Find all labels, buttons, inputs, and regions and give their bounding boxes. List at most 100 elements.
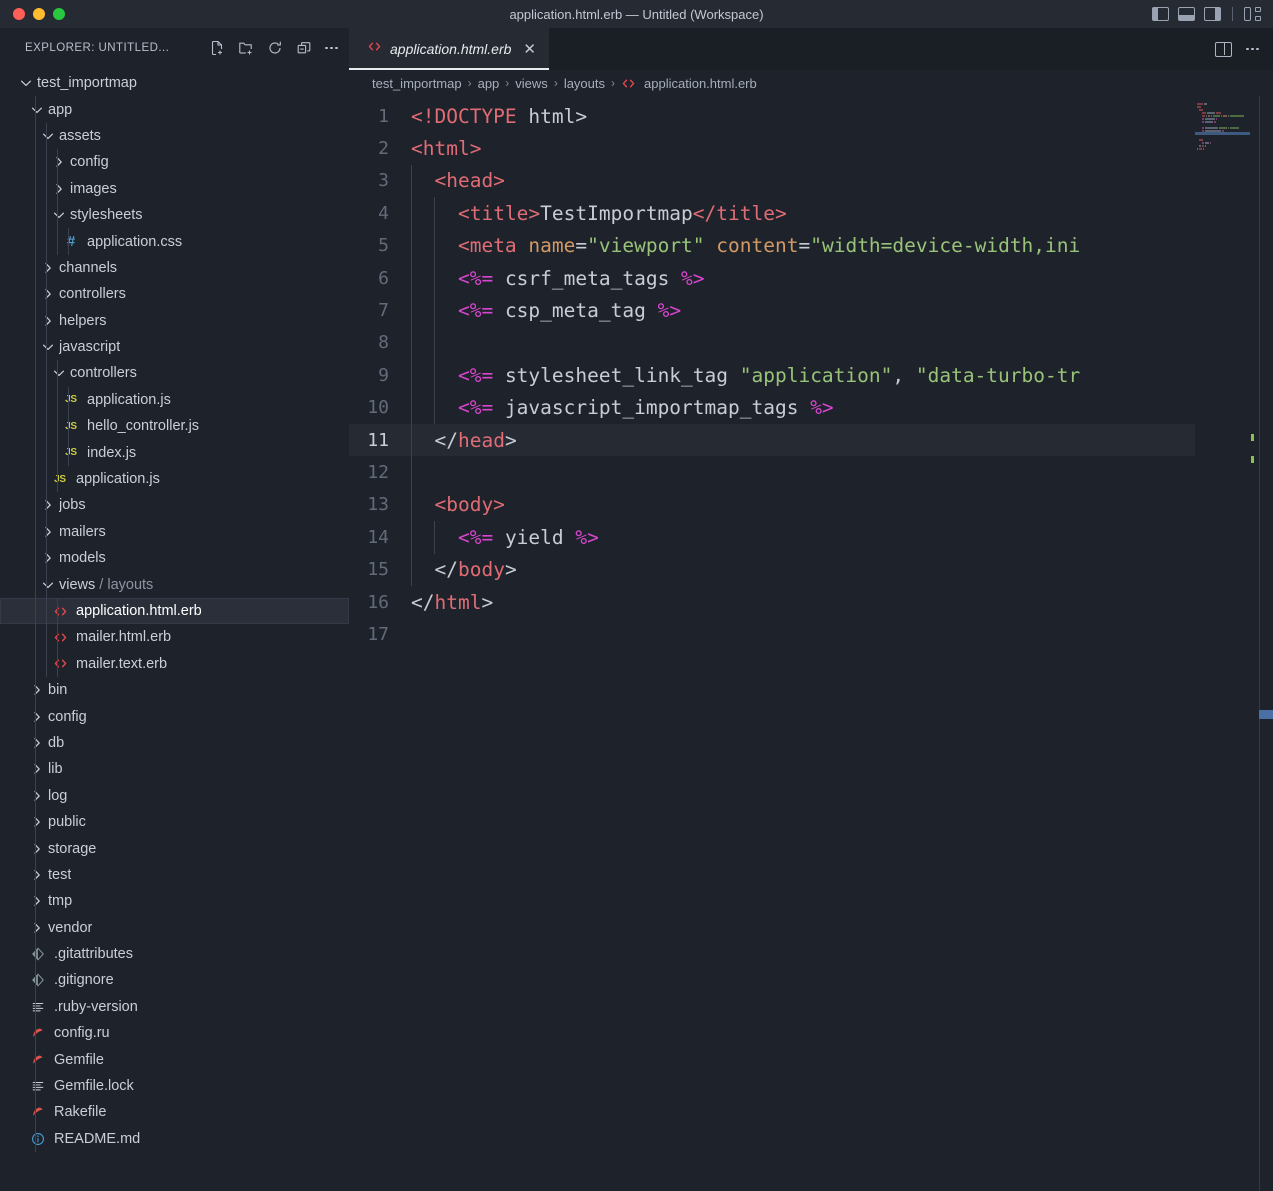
code-line[interactable]: 9 <%= stylesheet_link_tag "application",… (349, 359, 1273, 391)
tree-file-mailer-text-erb[interactable]: mailer.text.erb (0, 650, 349, 677)
chevron-right-icon[interactable] (29, 814, 46, 830)
tree-folder-images[interactable]: images (0, 175, 349, 202)
breadcrumb-item[interactable]: layouts (564, 76, 605, 91)
code-line[interactable]: 8 (349, 327, 1273, 359)
tree-folder-vendor[interactable]: vendor (0, 914, 349, 941)
split-editor-icon[interactable] (1215, 41, 1233, 57)
tree-folder-views[interactable]: views / layouts (0, 571, 349, 598)
tree-folder-helpers[interactable]: helpers (0, 307, 349, 334)
code-line[interactable]: 13 <body> (349, 489, 1273, 521)
code-editor[interactable]: 1 <!DOCTYPE html> 2 <html> 3 <head> 4 <title>… (349, 96, 1273, 1191)
explorer-more-actions-icon[interactable] (325, 40, 338, 56)
chevron-down-icon[interactable] (40, 577, 57, 593)
tree-file-mailer-html-erb[interactable]: mailer.html.erb (0, 624, 349, 651)
tree-file-gemfile[interactable]: Gemfile (0, 1046, 349, 1073)
code-line[interactable]: 15 </body> (349, 553, 1273, 585)
editor-tab-application-html-erb[interactable]: application.html.erb ✕ (349, 28, 550, 70)
close-icon[interactable]: ✕ (523, 42, 536, 57)
toggle-secondary-sidebar-icon[interactable] (1204, 7, 1221, 21)
chevron-right-icon[interactable] (29, 761, 46, 777)
tree-folder-app[interactable]: app (0, 96, 349, 123)
chevron-right-icon[interactable] (29, 735, 46, 751)
chevron-right-icon[interactable] (40, 550, 57, 566)
toggle-panel-icon[interactable] (1178, 7, 1195, 21)
tree-file--gitattributes[interactable]: .gitattributes (0, 940, 349, 968)
code-line[interactable]: 3 <head> (349, 165, 1273, 197)
tree-folder-bin[interactable]: bin (0, 676, 349, 704)
collapse-all-icon[interactable] (296, 40, 312, 56)
tree-folder-config[interactable]: config (0, 703, 349, 730)
refresh-icon[interactable] (267, 40, 283, 56)
tree-folder-db[interactable]: db (0, 729, 349, 757)
chevron-right-icon[interactable] (40, 286, 57, 302)
tree-file-readme-md[interactable]: README.md (0, 1125, 349, 1153)
editor-more-actions-icon[interactable] (1246, 41, 1259, 57)
chevron-down-icon[interactable] (29, 102, 46, 118)
code-line[interactable]: 1 <!DOCTYPE html> (349, 100, 1273, 132)
chevron-right-icon[interactable] (29, 841, 46, 857)
tree-folder-lib[interactable]: lib (0, 756, 349, 783)
chevron-down-icon[interactable] (18, 75, 35, 91)
new-file-icon[interactable] (209, 40, 225, 56)
tree-folder-config[interactable]: config (0, 149, 349, 176)
chevron-right-icon[interactable] (29, 788, 46, 804)
breadcrumb-item[interactable]: application.html.erb (644, 76, 757, 91)
code-line[interactable]: 5 <meta name="viewport" content="width=d… (349, 230, 1273, 262)
chevron-down-icon[interactable] (51, 365, 68, 381)
code-line[interactable]: 7 <%= csp_meta_tag %> (349, 294, 1273, 326)
tree-folder-assets[interactable]: assets (0, 122, 349, 150)
tree-file-application-js[interactable]: JS application.js (0, 465, 349, 493)
chevron-right-icon[interactable] (51, 181, 68, 197)
tree-file-index-js[interactable]: JS index.js (0, 439, 349, 466)
tree-folder-public[interactable]: public (0, 808, 349, 836)
chevron-right-icon[interactable] (29, 709, 46, 725)
code-line[interactable]: 4 <title>TestImportmap</title> (349, 197, 1273, 229)
tree-folder-controllers[interactable]: controllers (0, 360, 349, 387)
code-line[interactable]: 17 (349, 618, 1273, 650)
code-line[interactable]: 10 <%= javascript_importmap_tags %> (349, 392, 1273, 424)
tree-folder-test_importmap[interactable]: test_importmap (0, 70, 349, 96)
tree-folder-storage[interactable]: storage (0, 835, 349, 862)
tree-folder-tmp[interactable]: tmp (0, 888, 349, 915)
code-lines[interactable]: 1 <!DOCTYPE html> 2 <html> 3 <head> 4 <title>… (349, 96, 1273, 1191)
toggle-primary-sidebar-icon[interactable] (1152, 7, 1169, 21)
tree-file-gemfile-lock[interactable]: Gemfile.lock (0, 1072, 349, 1100)
tree-folder-javascript[interactable]: javascript (0, 333, 349, 361)
tree-folder-stylesheets[interactable]: stylesheets (0, 201, 349, 229)
code-line[interactable]: 6 <%= csrf_meta_tags %> (349, 262, 1273, 294)
chevron-right-icon[interactable] (29, 920, 46, 936)
chevron-right-icon[interactable] (40, 260, 57, 276)
minimize-window-button[interactable] (33, 8, 45, 20)
tree-file-application-css[interactable]: # application.css (0, 228, 349, 255)
code-line[interactable]: 2 <html> (349, 132, 1273, 164)
tree-folder-log[interactable]: log (0, 782, 349, 809)
chevron-right-icon[interactable] (40, 313, 57, 329)
breadcrumb-item[interactable]: app (478, 76, 500, 91)
tree-file--gitignore[interactable]: .gitignore (0, 967, 349, 994)
chevron-right-icon[interactable] (40, 497, 57, 513)
code-line[interactable]: 16 </html> (349, 586, 1273, 618)
tree-folder-models[interactable]: models (0, 545, 349, 572)
chevron-right-icon[interactable] (29, 893, 46, 909)
code-line[interactable]: 11 </head> (349, 423, 1273, 457)
chevron-down-icon[interactable] (40, 339, 57, 355)
tree-folder-controllers[interactable]: controllers (0, 281, 349, 308)
tree-file--ruby-version[interactable]: .ruby-version (0, 993, 349, 1021)
code-line[interactable]: 14 <%= yield %> (349, 521, 1273, 553)
new-folder-icon[interactable] (238, 40, 254, 56)
maximize-window-button[interactable] (53, 8, 65, 20)
chevron-right-icon[interactable] (29, 867, 46, 883)
minimap[interactable] (1195, 96, 1250, 1191)
chevron-right-icon[interactable] (40, 524, 57, 540)
code-line[interactable]: 12 (349, 456, 1273, 488)
scrollbar-slider[interactable] (1259, 710, 1273, 719)
tree-file-hello_controller-js[interactable]: JS hello_controller.js (0, 413, 349, 440)
tree-folder-jobs[interactable]: jobs (0, 492, 349, 519)
tree-folder-channels[interactable]: channels (0, 254, 349, 282)
customize-layout-icon[interactable] (1244, 7, 1261, 21)
breadcrumb-item[interactable]: test_importmap (372, 76, 462, 91)
close-window-button[interactable] (13, 8, 25, 20)
tree-file-application-js[interactable]: JS application.js (0, 386, 349, 414)
chevron-right-icon[interactable] (29, 682, 46, 698)
breadcrumb-item[interactable]: views (515, 76, 548, 91)
